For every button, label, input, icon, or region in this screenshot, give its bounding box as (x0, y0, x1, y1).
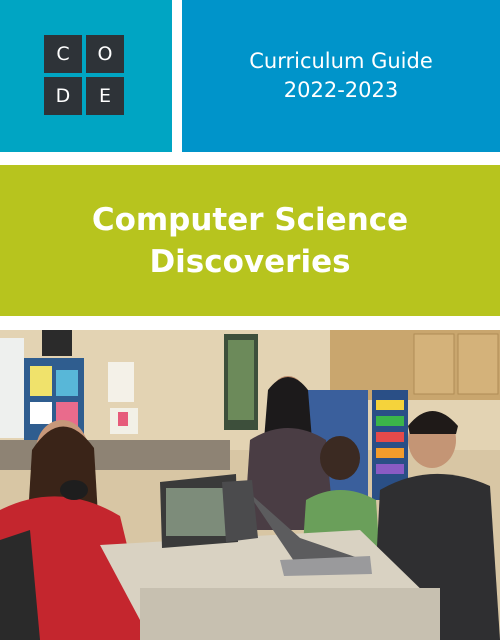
curriculum-guide-title: Curriculum Guide (249, 49, 433, 73)
course-title-line-1: Computer Science (91, 201, 409, 238)
guide-title-panel: Curriculum Guide 2022-2023 (182, 0, 500, 152)
course-title-band: Computer Science Discoveries (0, 165, 500, 316)
logo-letter-d: D (44, 77, 82, 115)
logo-letter-e: E (86, 77, 124, 115)
school-year: 2022-2023 (283, 78, 399, 102)
course-title-line-2: Discoveries (149, 243, 351, 280)
logo-letter-o: O (86, 35, 124, 73)
classroom-photo (0, 330, 500, 640)
logo-letter-c: C (44, 35, 82, 73)
code-logo: C O D E (44, 35, 124, 115)
logo-panel: C O D E (0, 0, 172, 152)
